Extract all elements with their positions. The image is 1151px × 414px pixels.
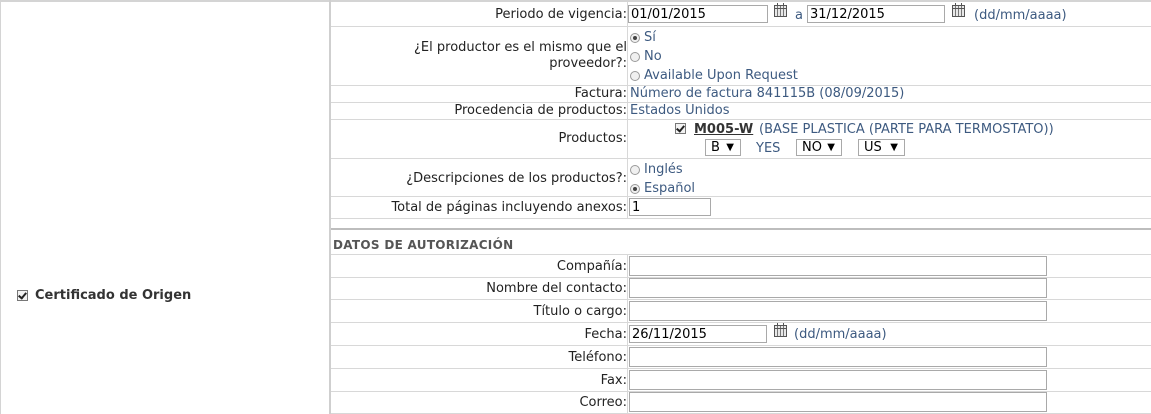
paginas-input[interactable] xyxy=(629,198,711,216)
label-value-separator xyxy=(627,2,628,218)
descripciones-row: ¿Descripciones de los productos?: Inglés… xyxy=(331,158,1151,197)
productor-label: ¿El productor es el mismo que el proveed… xyxy=(331,40,627,72)
productor-select-value: NO xyxy=(802,140,822,155)
fax-input[interactable] xyxy=(629,370,1047,390)
certificate-checkbox[interactable] xyxy=(17,289,28,301)
pais-select[interactable]: US ▼ xyxy=(858,139,905,156)
pais-value: US xyxy=(864,140,882,155)
procedencia-row: Procedencia de productos: Estados Unidos xyxy=(331,102,1151,120)
radio-icon[interactable] xyxy=(630,70,640,81)
radio-selected-icon[interactable] xyxy=(630,32,640,43)
correo-label: Correo: xyxy=(579,395,627,410)
product-code-link[interactable]: M005-W xyxy=(694,122,753,137)
fax-label: Fax: xyxy=(600,373,627,388)
titulo-input[interactable] xyxy=(629,301,1047,321)
vigencia-separator: a xyxy=(795,8,803,23)
product-description: (BASE PLASTICA (PARTE PARA TERMOSTATO)) xyxy=(759,122,1054,137)
fecha-format-hint: (dd/mm/aaaa) xyxy=(794,327,887,342)
vigencia-from-input[interactable] xyxy=(628,5,768,23)
chevron-down-icon: ▼ xyxy=(890,142,898,153)
descripciones-option-ingles-label: Inglés xyxy=(644,162,683,177)
contacto-label: Nombre del contacto: xyxy=(486,281,627,296)
correo-row: Correo: xyxy=(331,391,1151,414)
productos-label: Productos: xyxy=(558,131,627,146)
correo-input[interactable] xyxy=(629,392,1047,412)
factura-label: Factura: xyxy=(574,86,627,101)
descripciones-label: ¿Descripciones de los productos?: xyxy=(406,171,627,186)
productor-option-no[interactable]: No xyxy=(630,49,662,64)
productor-label-line1: ¿El productor es el mismo que el xyxy=(414,40,627,55)
label-value-separator xyxy=(627,254,628,414)
yes-label: YES xyxy=(756,141,781,156)
descripciones-option-ingles[interactable]: Inglés xyxy=(630,162,683,177)
calendar-icon[interactable] xyxy=(774,3,787,17)
vigencia-label: Periodo de vigencia: xyxy=(495,7,627,22)
chevron-down-icon: ▼ xyxy=(726,142,734,153)
productor-select[interactable]: NO ▼ xyxy=(796,139,842,156)
radio-selected-icon[interactable] xyxy=(630,183,640,194)
chevron-down-icon: ▼ xyxy=(827,142,835,153)
productor-option-si-label: Sí xyxy=(644,30,656,45)
paginas-label: Total de páginas incluyendo anexos: xyxy=(391,200,627,215)
fax-row: Fax: xyxy=(331,369,1151,392)
fecha-input[interactable] xyxy=(629,325,767,343)
radio-icon[interactable] xyxy=(630,51,640,62)
compania-input[interactable] xyxy=(629,256,1047,276)
procedencia-label: Procedencia de productos: xyxy=(454,103,627,118)
telefono-row: Teléfono: xyxy=(331,346,1151,369)
section-divider xyxy=(331,228,1151,230)
telefono-label: Teléfono: xyxy=(568,350,627,365)
fecha-row: Fecha: (dd/mm/aaaa) xyxy=(331,323,1151,346)
contacto-row: Nombre del contacto: xyxy=(331,277,1151,300)
fecha-label: Fecha: xyxy=(584,327,628,342)
titulo-label: Título o cargo: xyxy=(533,304,628,319)
certificate-label: Certificado de Origen xyxy=(35,287,192,303)
descripciones-option-espanol[interactable]: Español xyxy=(630,181,695,196)
procedencia-value: Estados Unidos xyxy=(630,103,730,118)
criterio-value: B xyxy=(711,140,720,155)
certificate-option[interactable]: Certificado de Origen xyxy=(17,287,191,303)
compania-label: Compañía: xyxy=(556,259,627,274)
vigencia-format-hint: (dd/mm/aaaa) xyxy=(974,8,1067,23)
factura-value: Número de factura 841115B (08/09/2015) xyxy=(630,86,905,101)
paginas-row: Total de páginas incluyendo anexos: xyxy=(331,196,1151,219)
descripciones-option-espanol-label: Español xyxy=(644,181,696,196)
productor-row: ¿El productor es el mismo que el proveed… xyxy=(331,26,1151,86)
telefono-input[interactable] xyxy=(629,347,1047,367)
productor-option-no-label: No xyxy=(644,49,662,64)
compania-row: Compañía: xyxy=(331,254,1151,278)
product-checkbox[interactable] xyxy=(675,123,686,134)
productor-option-upon-request[interactable]: Available Upon Request xyxy=(630,68,798,83)
calendar-icon[interactable] xyxy=(774,323,787,337)
vigencia-row: Periodo de vigencia: a (dd/mm/aaaa) xyxy=(331,2,1151,27)
radio-icon[interactable] xyxy=(630,164,640,175)
productor-option-upon-request-label: Available Upon Request xyxy=(644,68,798,83)
autorizacion-section-title: DATOS DE AUTORIZACIÓN xyxy=(333,238,514,252)
productor-option-si[interactable]: Sí xyxy=(630,30,656,45)
contacto-input[interactable] xyxy=(629,278,1047,298)
calendar-icon[interactable] xyxy=(952,3,965,17)
titulo-row: Título o cargo: xyxy=(331,300,1151,323)
factura-row: Factura: Número de factura 841115B (08/0… xyxy=(331,85,1151,103)
criterio-select[interactable]: B ▼ xyxy=(705,139,741,156)
productos-row: Productos: M005-W (BASE PLASTICA (PARTE … xyxy=(331,119,1151,159)
vigencia-to-input[interactable] xyxy=(807,5,945,23)
productor-label-line2: proveedor?: xyxy=(549,56,627,71)
frame-left-border xyxy=(0,0,1,414)
